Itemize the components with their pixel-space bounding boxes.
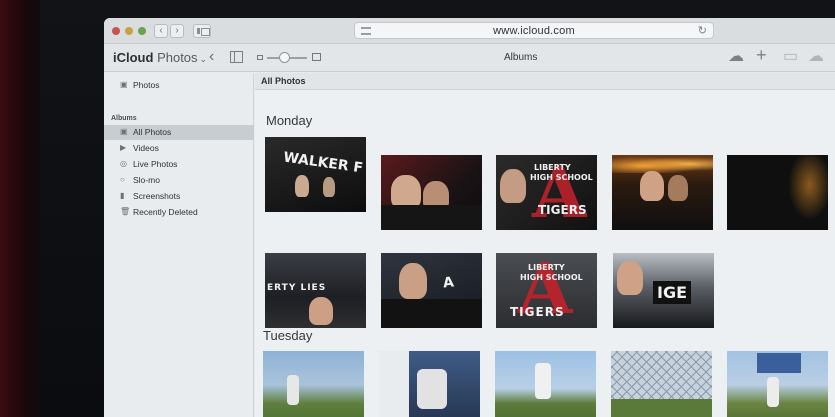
photo-thumbnail[interactable]: A LIBERTY HIGH SCHOOL TIGERS [496, 253, 597, 328]
photo-thumbnail[interactable] [263, 351, 364, 417]
phone-icon: ▮ [120, 191, 125, 200]
photo-stack-icon: ▣ [120, 127, 128, 136]
brand-label: iCloud [113, 50, 154, 65]
photo-sign-text: TIGERS [538, 203, 587, 217]
add-icon[interactable]: + [756, 46, 767, 64]
sidebar: ▣ Photos Albums ▣ All Photos ▶ Videos ◎ … [104, 73, 254, 417]
photo-sign-text: HIGH SCHOOL [530, 173, 593, 182]
sidebar-item-label: Slo-mo [133, 175, 160, 185]
browser-forward-button[interactable]: › [170, 24, 184, 38]
photo-thumbnail[interactable]: IGE [613, 253, 714, 328]
photo-thumbnail[interactable] [381, 155, 482, 230]
share-icon[interactable]: ▭ [783, 49, 798, 65]
sidebar-item-recently-deleted[interactable]: 🗑 Recently Deleted [104, 205, 254, 220]
photo-thumbnail[interactable]: A [381, 253, 482, 328]
sidebar-item-label: Recently Deleted [133, 207, 198, 217]
maximize-window-button[interactable] [138, 27, 146, 35]
minimize-window-button[interactable] [125, 27, 133, 35]
app-toolbar: iCloud Photos ⌄ ‹ Albums ☁ + ▭ ☁ [104, 44, 835, 72]
trash-icon: 🗑 [120, 207, 131, 216]
albums-section-header: Albums [111, 115, 137, 122]
upload-icon[interactable]: ☁ [728, 49, 744, 65]
photo-thumbnail[interactable] [727, 351, 828, 417]
monitor-frame-edge [0, 0, 40, 417]
sidebar-item-label: Videos [133, 143, 159, 153]
browser-window: ‹ › www.icloud.com ↻ iCloud Photos ⌄ ‹ Al… [104, 18, 835, 417]
photo-thumbnail[interactable] [495, 351, 596, 417]
photo-thumbnail[interactable]: ERTY LIES [265, 253, 366, 328]
sidebar-panel-icon[interactable] [230, 51, 243, 63]
section-header-tuesday: Tuesday [263, 328, 313, 343]
zoom-out-icon [257, 55, 263, 60]
sidebar-item-label: Live Photos [133, 159, 178, 169]
photo-thumbnail[interactable] [379, 351, 480, 417]
url-text: www.icloud.com [493, 25, 575, 37]
photo-thumbnail[interactable]: WALKER F [265, 137, 366, 212]
browser-toolbar: ‹ › www.icloud.com ↻ [104, 18, 835, 44]
back-chevron-icon[interactable]: ‹ [209, 48, 214, 66]
download-icon[interactable]: ☁ [808, 49, 824, 65]
app-section-label: Photos [157, 50, 198, 65]
sidebar-item-label: Photos [133, 80, 160, 90]
sidebar-item-photos[interactable]: ▣ Photos [104, 78, 254, 93]
sidebar-toggle-icon[interactable] [193, 24, 211, 38]
photo-thumbnail[interactable]: A LIBERTY HIGH SCHOOL TIGERS [496, 155, 597, 230]
section-header-monday: Monday [266, 113, 313, 128]
sidebar-item-slo-mo[interactable]: ○ Slo-mo [104, 173, 254, 188]
sidebar-item-screenshots[interactable]: ▮ Screenshots [104, 189, 254, 204]
app-title[interactable]: iCloud Photos ⌄ [113, 50, 207, 65]
address-bar[interactable]: www.icloud.com ↻ [354, 22, 714, 39]
zoom-slider-handle[interactable] [279, 52, 290, 63]
close-window-button[interactable] [112, 27, 120, 35]
live-photo-icon: ◎ [120, 159, 127, 168]
photo-thumbnail[interactable] [611, 351, 712, 417]
sidebar-item-label: Screenshots [133, 191, 181, 201]
sidebar-item-label: All Photos [133, 127, 172, 137]
sidebar-item-live-photos[interactable]: ◎ Live Photos [104, 157, 254, 172]
sidebar-item-all-photos[interactable]: ▣ All Photos [104, 125, 254, 140]
sidebar-item-videos[interactable]: ▶ Videos [104, 141, 254, 156]
content-title: All Photos [261, 76, 306, 86]
slomo-icon: ○ [120, 175, 125, 184]
photos-icon: ▣ [120, 80, 128, 89]
photo-grid-area: All Photos Monday WALKER F A LIBERTY HIG… [255, 73, 835, 417]
photo-thumbnail[interactable] [612, 155, 713, 230]
zoom-in-icon [312, 53, 321, 61]
browser-back-button[interactable]: ‹ [154, 24, 168, 38]
view-title: Albums [504, 52, 538, 63]
photo-sign-text: LIBERTY [534, 163, 571, 172]
chevron-down-icon: ⌄ [199, 54, 208, 64]
reload-icon[interactable]: ↻ [698, 24, 707, 37]
photo-sign-text: ERTY LIES [267, 283, 327, 293]
video-icon: ▶ [120, 143, 127, 152]
content-header: All Photos [255, 73, 835, 90]
photo-thumbnail[interactable] [727, 155, 828, 230]
